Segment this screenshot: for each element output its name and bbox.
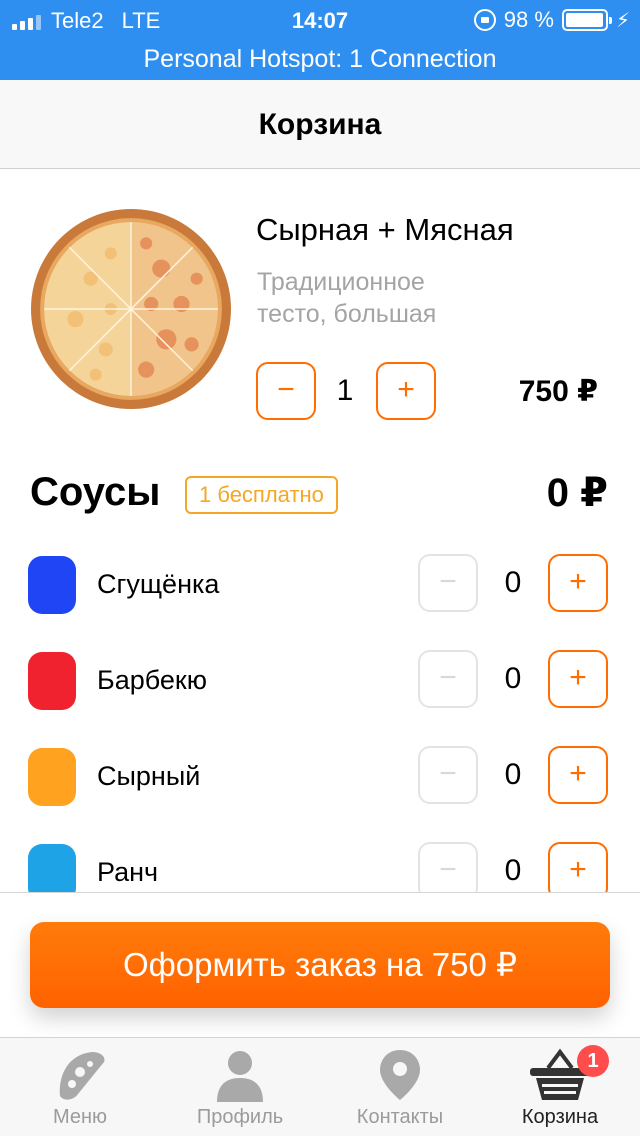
tab-label: Корзина [521,1106,599,1128]
tab-label: Контакты [356,1106,444,1128]
sauce-name: Ранч [97,857,159,887]
battery-percent: 98 % [503,7,554,32]
checkout-button[interactable]: Оформить заказ на 750 ₽ [30,922,610,1008]
pizza-image [31,209,231,409]
sauce-row: Сгущёнка − 0 + [0,540,640,636]
sauce-decrease-button[interactable]: − [418,554,478,612]
tab-contacts[interactable]: Контакты [320,1038,480,1136]
sauce-increase-button[interactable]: + [548,650,608,708]
tab-menu[interactable]: Меню [0,1038,160,1136]
sauce-list[interactable]: Сгущёнка − 0 + Барбекю − 0 + Сырный − 0 … [0,540,640,892]
tab-label: Профиль [196,1106,284,1128]
free-sauce-badge: 1 бесплатно [185,476,338,514]
sauce-increase-button[interactable]: + [548,842,608,892]
decrease-quantity-button[interactable]: − [256,362,316,420]
divider [0,892,640,893]
sauces-total: 0 ₽ [546,471,608,515]
tab-bar: Меню Профиль Контакты Корзина [0,1037,640,1136]
cart-count-badge: 1 [577,1045,609,1077]
cart-product-item: Сырная + Мясная Традиционное тесто, боль… [0,170,640,450]
charging-icon: ⚡ [615,9,630,32]
sauce-increase-button[interactable]: + [548,554,608,612]
sauce-decrease-button[interactable]: − [418,842,478,892]
product-price: 750 ₽ [518,375,598,408]
sauce-quantity: 0 [504,758,522,791]
sauce-quantity: 0 [504,662,522,695]
sauce-quantity: 0 [504,566,522,599]
sauce-name: Барбекю [97,665,207,695]
tab-profile[interactable]: Профиль [160,1038,320,1136]
sauce-color-swatch [28,556,76,614]
pizza-slice-icon [59,1052,105,1100]
sauce-increase-button[interactable]: + [548,746,608,804]
product-quantity: 1 [336,374,354,407]
tab-cart[interactable]: Корзина [480,1038,640,1136]
hotspot-banner[interactable]: Personal Hotspot: 1 Connection [0,40,640,80]
sauce-decrease-button[interactable]: − [418,746,478,804]
sauce-row: Барбекю − 0 + [0,636,640,732]
person-icon [217,1051,263,1102]
sauce-decrease-button[interactable]: − [418,650,478,708]
sauce-color-swatch [28,844,76,892]
sauce-name: Сгущёнка [97,569,220,599]
status-right: 98 % ⚡ [473,7,630,33]
sauce-color-swatch [28,652,76,710]
product-name: Сырная + Мясная [256,212,514,247]
sauce-color-swatch [28,748,76,806]
map-pin-icon [380,1050,420,1100]
increase-quantity-button[interactable]: + [376,362,436,420]
sauces-heading: Соусы [30,470,161,514]
sauce-name: Сырный [97,761,201,791]
battery-icon [561,9,612,31]
tab-label: Меню [52,1106,108,1128]
rotation-lock-icon [473,9,496,31]
status-bar: Tele2 LTE 14:07 98 % ⚡ [0,0,640,40]
product-description: Традиционное тесто, большая [257,268,437,328]
sauce-row: Ранч − 0 + [0,828,640,892]
sauce-row: Сырный − 0 + [0,732,640,828]
page-title: Корзина [0,80,640,169]
sauce-quantity: 0 [504,854,522,887]
